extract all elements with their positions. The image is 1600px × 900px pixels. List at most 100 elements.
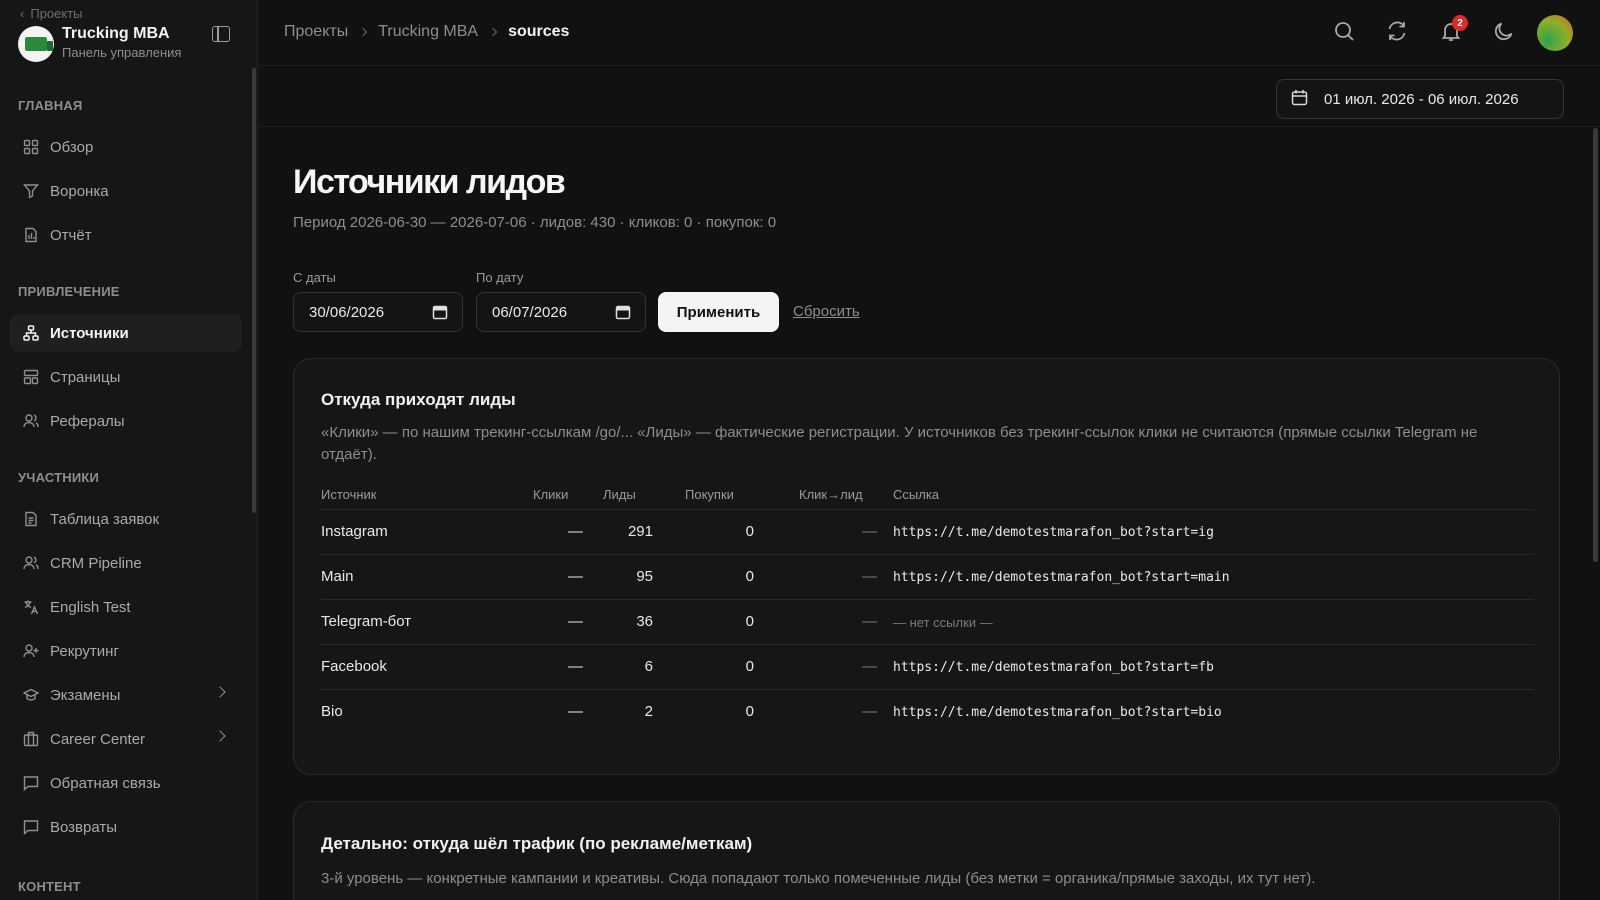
sidebar-scrollbar[interactable] bbox=[252, 68, 256, 513]
sidebar-item-label: Career Center bbox=[50, 730, 146, 748]
table-row: Instagram — 291 0 — https://t.me/demotes… bbox=[321, 509, 1534, 554]
column-header: Клик→лид bbox=[799, 487, 863, 502]
network-icon bbox=[22, 324, 40, 342]
back-label: Проекты bbox=[30, 6, 83, 21]
conversion-cell: — bbox=[862, 523, 877, 540]
source-cell: Main bbox=[321, 568, 354, 585]
file-text-icon bbox=[22, 510, 40, 528]
link-cell[interactable]: https://t.me/demotestmarafon_bot?start=i… bbox=[893, 525, 1214, 540]
column-header: Ссылка bbox=[893, 487, 940, 502]
refresh-icon[interactable] bbox=[1386, 20, 1410, 44]
apply-button[interactable]: Применить bbox=[658, 292, 779, 332]
source-cell: Bio bbox=[321, 703, 343, 720]
back-to-projects-link[interactable]: ‹ Проекты bbox=[20, 6, 83, 21]
sidebar-item-english-test[interactable]: English Test bbox=[10, 588, 242, 626]
sidebar-item-label: Рекрутинг bbox=[50, 642, 119, 660]
sidebar-item-label: Воронка bbox=[50, 182, 109, 200]
sidebar-item-label: Таблица заявок bbox=[50, 510, 160, 528]
calendar-icon bbox=[1291, 89, 1308, 110]
sidebar-item-sources[interactable]: Источники bbox=[10, 314, 242, 352]
column-header: Покупки bbox=[685, 487, 734, 502]
sidebar-item-label: Источники bbox=[50, 324, 129, 342]
purchases-cell: 0 bbox=[745, 523, 754, 540]
card-title: Откуда приходят лиды bbox=[321, 390, 516, 409]
users-icon bbox=[22, 412, 40, 430]
link-cell[interactable]: https://t.me/demotestmarafon_bot?start=f… bbox=[893, 660, 1214, 675]
graduation-cap-icon bbox=[22, 686, 40, 704]
leads-cell: 95 bbox=[636, 568, 653, 585]
chevron-left-icon: ‹ bbox=[20, 6, 25, 21]
project-subtitle: Панель управления bbox=[62, 45, 182, 60]
table-row: Facebook — 6 0 — https://t.me/demotestma… bbox=[321, 644, 1534, 689]
sidebar-item-overview[interactable]: Обзор bbox=[10, 128, 242, 166]
conversion-cell: — bbox=[862, 658, 877, 675]
leads-cell: 2 bbox=[644, 703, 653, 720]
section-acquisition: ПРИВЛЕЧЕНИЕ bbox=[18, 284, 120, 299]
chevron-right-icon bbox=[214, 730, 226, 742]
sidebar-item-pages[interactable]: Страницы bbox=[10, 358, 242, 396]
to-date-label: По дату bbox=[476, 270, 524, 285]
project-title: Trucking MBA bbox=[62, 25, 170, 42]
sidebar-item-label: CRM Pipeline bbox=[50, 554, 142, 572]
link-cell[interactable]: https://t.me/demotestmarafon_bot?start=m… bbox=[893, 570, 1230, 585]
sidebar-item-exams[interactable]: Экзамены bbox=[10, 676, 242, 714]
translate-icon bbox=[22, 598, 40, 616]
users-icon bbox=[22, 554, 40, 572]
table-row: Bio — 2 0 — https://t.me/demotestmarafon… bbox=[321, 689, 1534, 734]
conversion-cell: — bbox=[862, 703, 877, 720]
purchases-cell: 0 bbox=[745, 568, 754, 585]
section-participants: УЧАСТНИКИ bbox=[18, 470, 100, 485]
reset-link[interactable]: Сбросить bbox=[793, 303, 860, 320]
column-header: Источник bbox=[321, 487, 377, 502]
document-icon bbox=[22, 226, 40, 244]
project-logo bbox=[18, 26, 54, 62]
page-title: Источники лидов bbox=[293, 163, 566, 201]
sidebar-item-report[interactable]: Отчёт bbox=[10, 216, 242, 254]
section-content: КОНТЕНТ bbox=[18, 879, 81, 894]
lead-sources-card: Откуда приходят лиды «Клики» — по нашим … bbox=[293, 358, 1560, 775]
sidebar-item-funnel[interactable]: Воронка bbox=[10, 172, 242, 210]
sidebar-item-label: Страницы bbox=[50, 368, 121, 386]
search-icon[interactable] bbox=[1333, 20, 1357, 44]
sidebar-toggle-icon[interactable] bbox=[212, 26, 230, 42]
breadcrumb-projects[interactable]: Проекты bbox=[284, 23, 348, 41]
section-main: ГЛАВНАЯ bbox=[18, 98, 83, 113]
moon-icon[interactable] bbox=[1493, 20, 1517, 44]
sidebar-item-label: Возвраты bbox=[50, 818, 118, 836]
funnel-icon bbox=[22, 182, 40, 200]
sidebar-item-feedback[interactable]: Обратная связь bbox=[10, 764, 242, 802]
sidebar-item-crm[interactable]: CRM Pipeline bbox=[10, 544, 242, 582]
leads-cell: 6 bbox=[644, 658, 653, 675]
sidebar-item-career-center[interactable]: Career Center bbox=[10, 720, 242, 758]
sidebar-item-recruiting[interactable]: Рекрутинг bbox=[10, 632, 242, 670]
main-scrollbar[interactable] bbox=[1593, 128, 1598, 562]
sidebar-item-referrals[interactable]: Рефералы bbox=[10, 402, 242, 440]
chevron-right-icon bbox=[358, 27, 368, 37]
period-summary: Период 2026-06-30 — 2026-07-06 · лидов: … bbox=[293, 214, 777, 231]
breadcrumb-current: sources bbox=[508, 23, 570, 40]
column-header: Клики bbox=[533, 487, 569, 502]
avatar[interactable] bbox=[1537, 15, 1573, 51]
from-date-input[interactable]: 30/06/2026 bbox=[293, 292, 463, 332]
calendar-icon[interactable] bbox=[615, 304, 631, 324]
purchases-cell: 0 bbox=[745, 613, 754, 630]
sidebar-item-label: Рефералы bbox=[50, 412, 125, 430]
chevron-right-icon bbox=[488, 27, 498, 37]
link-cell[interactable]: https://t.me/demotestmarafon_bot?start=b… bbox=[893, 705, 1222, 720]
date-range-picker[interactable]: 01 июл. 2026 - 06 июл. 2026 bbox=[1276, 79, 1564, 119]
from-date-value: 30/06/2026 bbox=[309, 303, 385, 321]
sidebar-item-refunds[interactable]: Возвраты bbox=[10, 808, 242, 846]
to-date-input[interactable]: 06/07/2026 bbox=[476, 292, 646, 332]
conversion-cell: — bbox=[862, 568, 877, 585]
sidebar-item-applications[interactable]: Таблица заявок bbox=[10, 500, 242, 538]
table-row: Main — 95 0 — https://t.me/demotestmaraf… bbox=[321, 554, 1534, 599]
sidebar-item-label: Экзамены bbox=[50, 686, 121, 704]
layout-icon bbox=[22, 368, 40, 386]
calendar-icon[interactable] bbox=[432, 304, 448, 324]
source-cell: Facebook bbox=[321, 658, 387, 675]
no-link-cell: — нет ссылки — bbox=[893, 615, 993, 630]
sidebar: ‹ Проекты Trucking MBA Панель управления… bbox=[0, 0, 258, 900]
breadcrumb-project[interactable]: Trucking MBA bbox=[378, 23, 478, 41]
clicks-cell: — bbox=[568, 703, 583, 720]
source-cell: Instagram bbox=[321, 523, 388, 540]
